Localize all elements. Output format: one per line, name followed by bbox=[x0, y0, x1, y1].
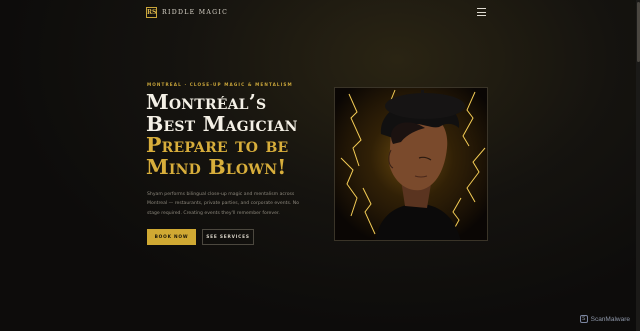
menu-line bbox=[477, 8, 486, 9]
hero-headline: Montréal’s Best Magician Prepare to be M… bbox=[146, 90, 326, 179]
brand-name: RIDDLE MAGIC bbox=[162, 9, 229, 16]
headline-line-4: Mind Blown! bbox=[146, 154, 287, 179]
headline-line-3: Prepare to be bbox=[146, 133, 289, 157]
watermark-text: ScanMalware bbox=[590, 315, 630, 323]
headline-line-2: Best Magician bbox=[146, 111, 298, 136]
scanmalware-watermark: S ScanMalware bbox=[579, 315, 630, 323]
hero-eyebrow: MONTREAL · CLOSE-UP MAGIC & MENTALISM bbox=[147, 82, 293, 87]
monogram-logo-icon: RS bbox=[146, 7, 157, 18]
menu-line bbox=[477, 15, 486, 16]
magician-portrait bbox=[334, 87, 488, 241]
headline-line-1: Montréal’s bbox=[146, 90, 267, 114]
brand-logo-link[interactable]: RS RIDDLE MAGIC bbox=[146, 7, 228, 18]
scanmalware-logo-icon: S bbox=[579, 315, 588, 323]
hero-description: Shyam performs bilingual close-up magic … bbox=[147, 192, 299, 216]
see-services-button[interactable]: SEE SERVICES bbox=[202, 229, 254, 245]
book-now-button[interactable]: BOOK NOW bbox=[147, 229, 196, 245]
portrait-illustration bbox=[335, 88, 487, 240]
hamburger-menu-icon[interactable] bbox=[477, 8, 486, 16]
page-scrollbar[interactable] bbox=[636, 0, 640, 331]
menu-line bbox=[477, 11, 486, 13]
